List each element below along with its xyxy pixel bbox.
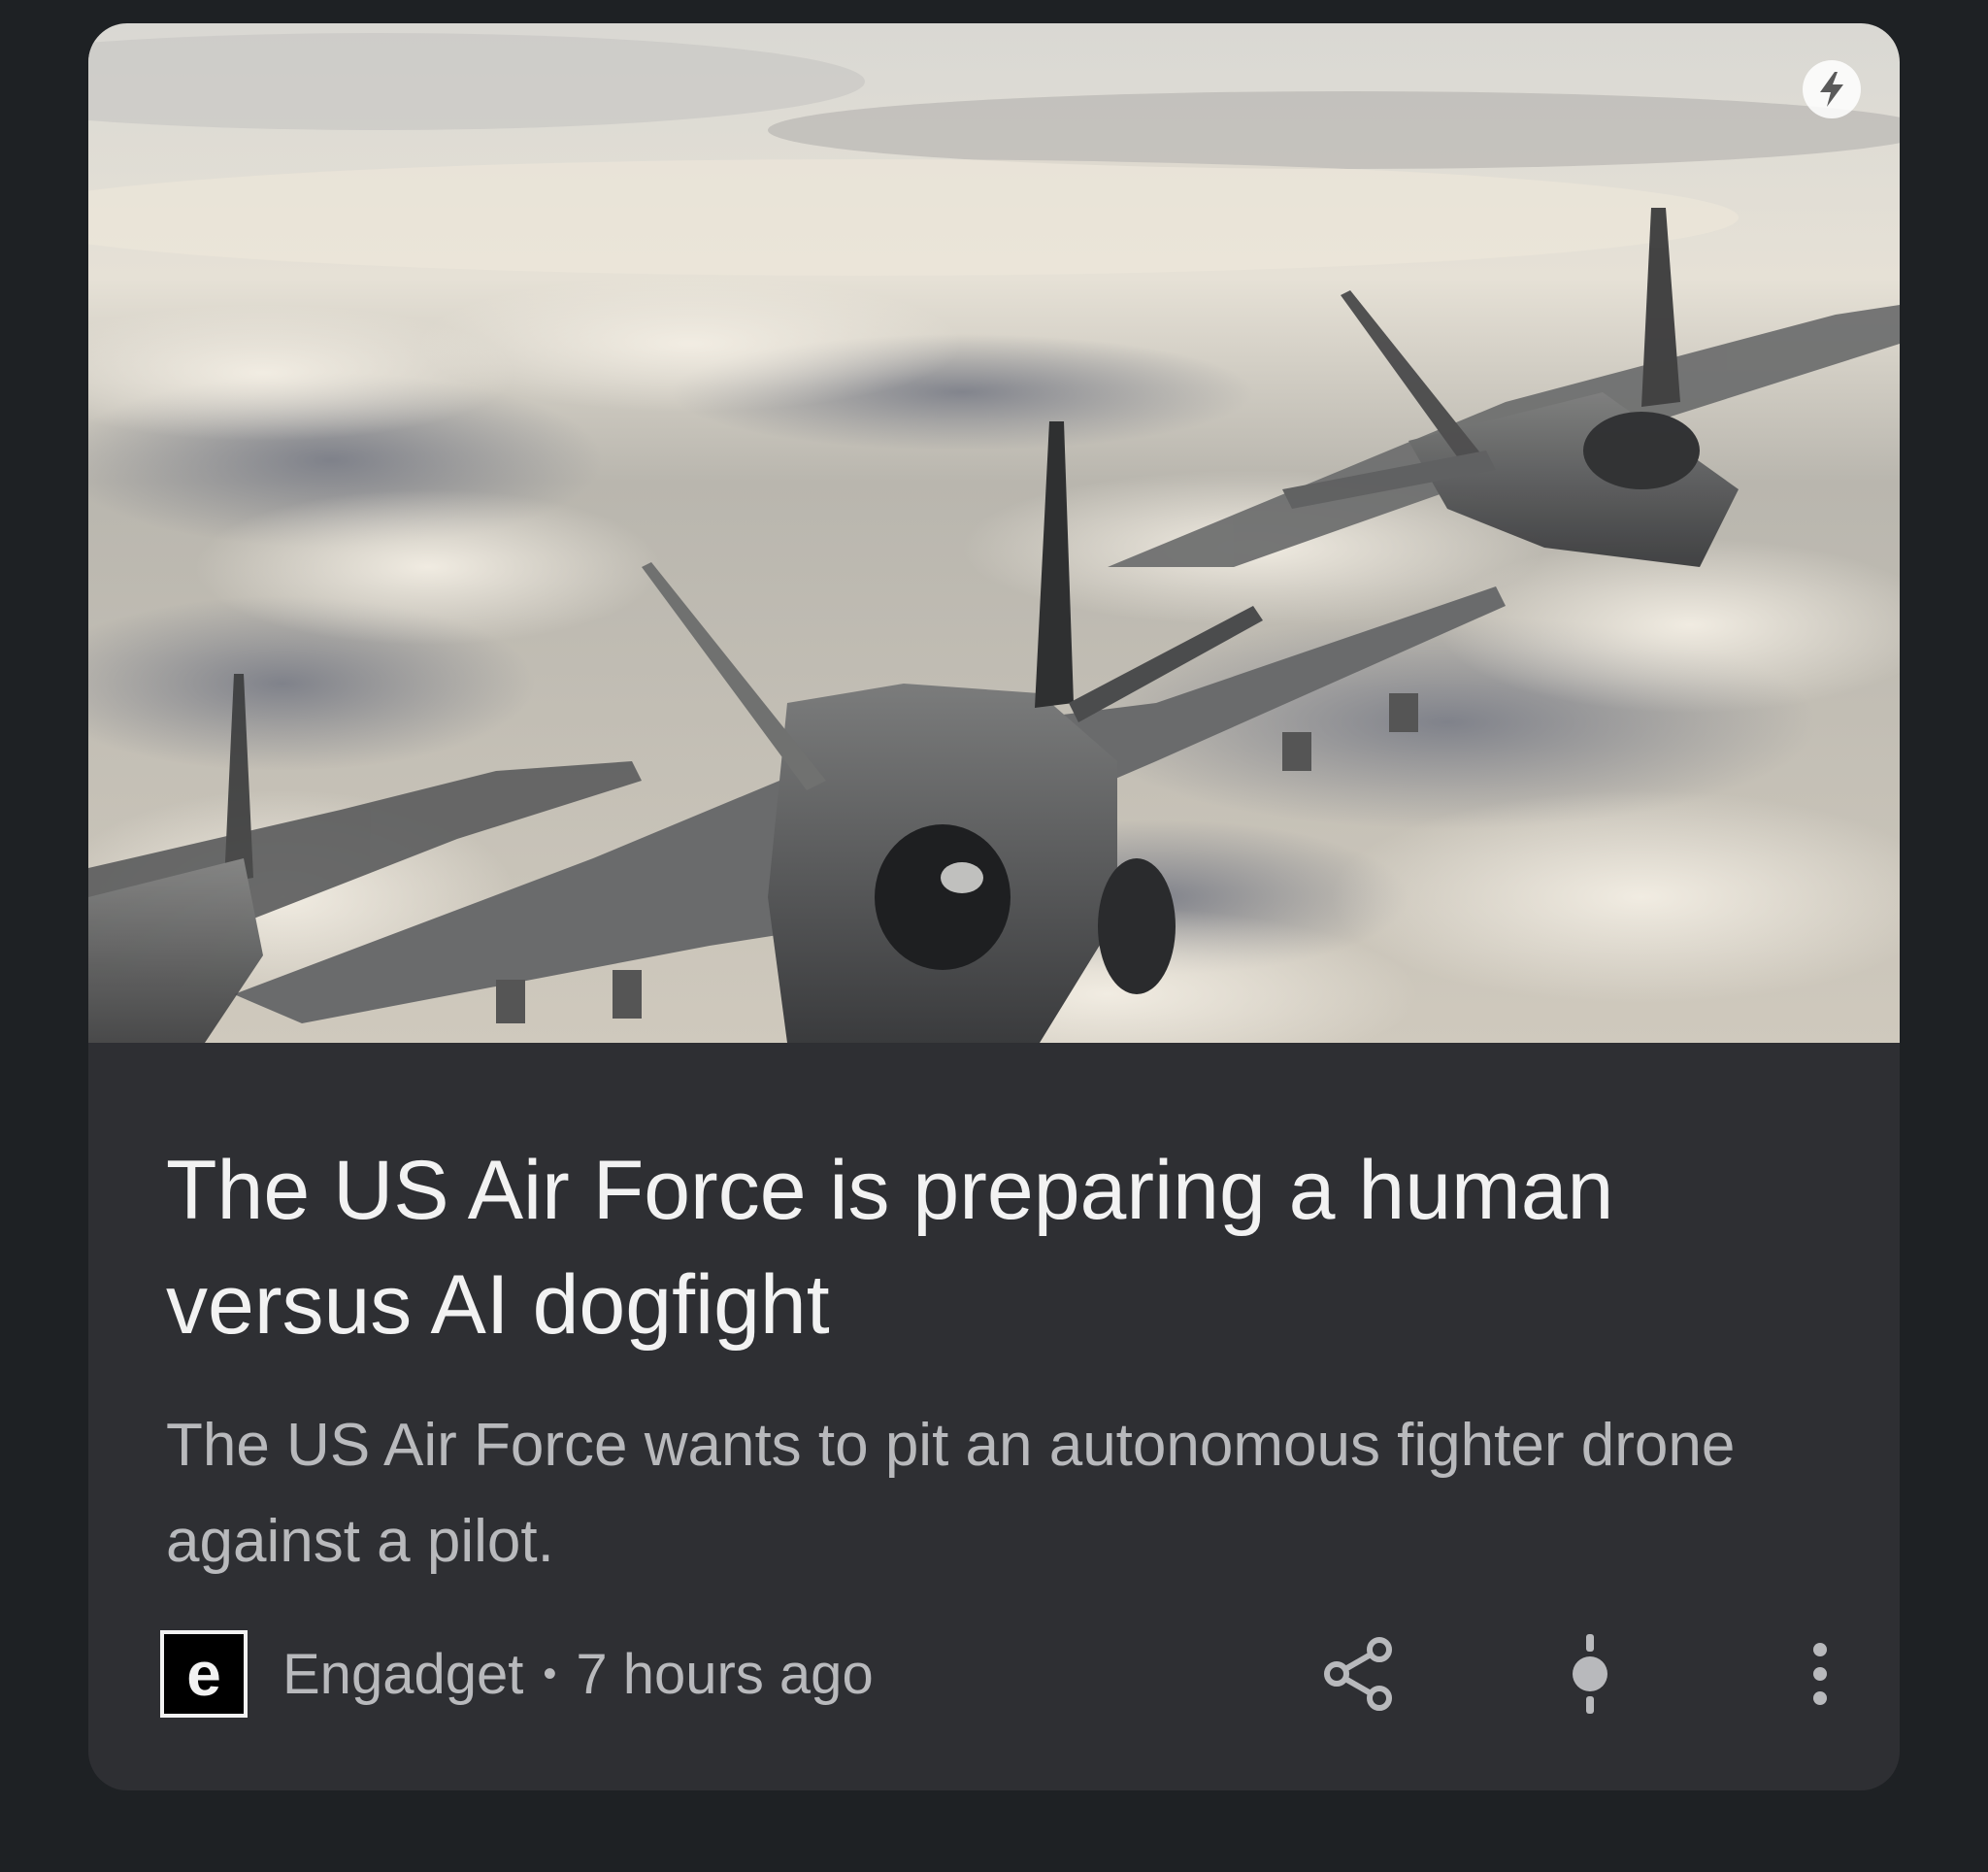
source-logo: e <box>160 1630 248 1718</box>
meta-separator: • <box>543 1652 557 1695</box>
news-card[interactable]: The US Air Force is preparing a human ve… <box>88 23 1900 1790</box>
article-meta: Engadget • 7 hours ago <box>282 1642 874 1707</box>
share-button[interactable] <box>1315 1630 1403 1718</box>
full-coverage-button[interactable] <box>1546 1630 1634 1718</box>
article-text[interactable]: The US Air Force is preparing a human ve… <box>166 1043 1826 1589</box>
article-headline[interactable]: The US Air Force is preparing a human ve… <box>166 1133 1826 1362</box>
article-image[interactable] <box>88 23 1900 1043</box>
lightning-bolt-icon <box>1803 60 1861 118</box>
fighter-jets-image <box>88 23 1900 1043</box>
article-age: 7 hours ago <box>576 1642 874 1706</box>
article-snippet: The US Air Force wants to pit an autonom… <box>166 1412 1736 1575</box>
share-icon <box>1324 1637 1392 1711</box>
article-footer: e Engadget • 7 hours ago <box>160 1630 1830 1718</box>
source-name[interactable]: Engadget <box>282 1642 523 1707</box>
full-coverage-icon <box>1573 1634 1607 1714</box>
more-options-button[interactable] <box>1776 1630 1864 1718</box>
more-vert-icon <box>1813 1643 1827 1705</box>
